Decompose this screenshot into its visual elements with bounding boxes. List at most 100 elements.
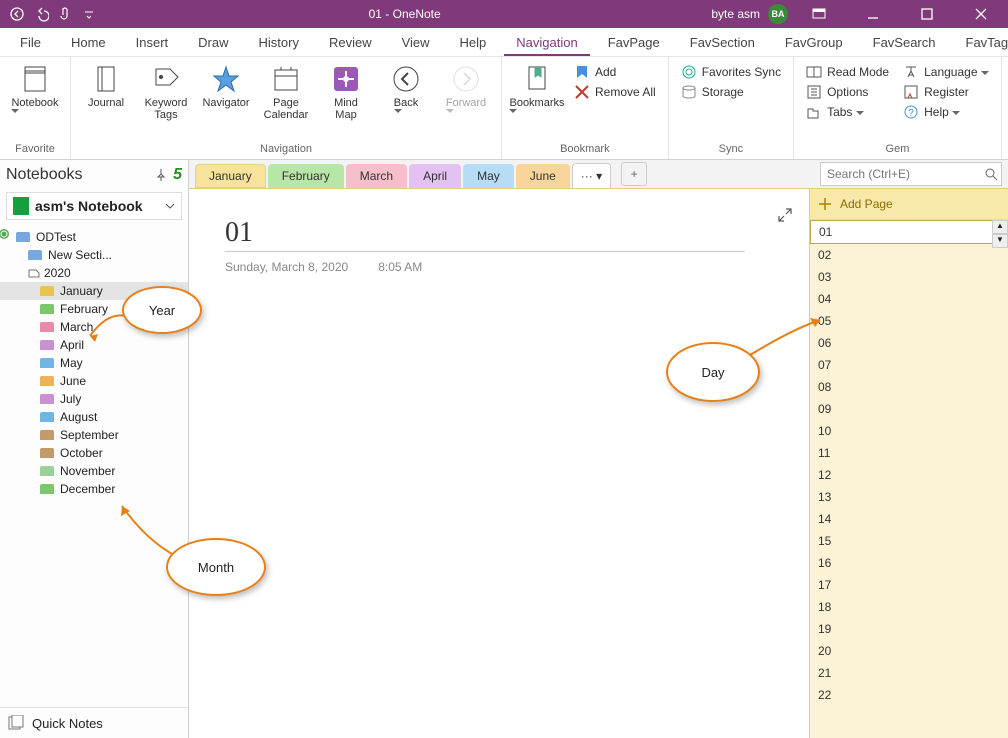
page-item[interactable]: 10 <box>810 420 1008 442</box>
section-tab-june[interactable]: June <box>516 164 570 188</box>
user-name[interactable]: byte asm <box>711 7 760 21</box>
favorites-sync-button[interactable]: Favorites Sync <box>675 63 787 81</box>
register-button[interactable]: Register <box>897 83 995 101</box>
undo-icon[interactable] <box>32 5 50 23</box>
section-september[interactable]: September <box>0 426 188 444</box>
page-item[interactable]: 13 <box>810 486 1008 508</box>
qat-more-icon[interactable] <box>80 5 98 23</box>
section-may[interactable]: May <box>0 354 188 372</box>
current-notebook[interactable]: asm's Notebook <box>6 192 182 220</box>
ribbon-display-icon[interactable] <box>796 0 842 28</box>
tab-help[interactable]: Help <box>448 31 499 56</box>
quick-notes-button[interactable]: Quick Notes <box>0 707 188 738</box>
sync-status-icon[interactable]: 5 <box>173 166 182 184</box>
notebook-button[interactable]: Notebook <box>6 61 64 115</box>
user-avatar[interactable]: BA <box>768 4 788 24</box>
tab-view[interactable]: View <box>390 31 442 56</box>
page-item[interactable]: 19 <box>810 618 1008 640</box>
add-button[interactable]: Add <box>568 63 662 81</box>
sync-icon[interactable] <box>0 228 10 240</box>
section-new[interactable]: New Secti... <box>0 246 188 264</box>
section-odtest[interactable]: ODTest <box>0 228 188 246</box>
section-tab-april[interactable]: April <box>409 164 461 188</box>
section-march[interactable]: March <box>0 318 188 336</box>
page-item[interactable]: 12 <box>810 464 1008 486</box>
forward-button[interactable]: Forward <box>437 61 495 115</box>
scroll-up-icon[interactable]: ▲ <box>992 220 1008 234</box>
page-item[interactable]: 22 <box>810 684 1008 706</box>
page-item[interactable]: 07 <box>810 354 1008 376</box>
tab-favpage[interactable]: FavPage <box>596 31 672 56</box>
tabs-button[interactable]: Tabs <box>800 103 895 121</box>
storage-button[interactable]: Storage <box>675 83 787 101</box>
tab-file[interactable]: File <box>8 31 53 56</box>
page-calendar-button[interactable]: PageCalendar <box>257 61 315 121</box>
section-february[interactable]: February <box>0 300 188 318</box>
page-item[interactable]: 17 <box>810 574 1008 596</box>
page-item[interactable]: 08 <box>810 376 1008 398</box>
back-button[interactable]: Back <box>377 61 435 115</box>
tab-navigation[interactable]: Navigation <box>504 31 589 56</box>
section-tab-march[interactable]: March <box>346 164 407 188</box>
language-button[interactable]: Language <box>897 63 995 81</box>
page-item[interactable]: 03 <box>810 266 1008 288</box>
maximize-button[interactable] <box>904 0 950 28</box>
tab-history[interactable]: History <box>247 31 311 56</box>
tab-insert[interactable]: Insert <box>124 31 181 56</box>
page-item[interactable]: 05 <box>810 310 1008 332</box>
add-page-button[interactable]: Add Page <box>810 189 1008 220</box>
tab-favsearch[interactable]: FavSearch <box>861 31 948 56</box>
close-button[interactable] <box>958 0 1004 28</box>
help-button[interactable]: ?Help <box>897 103 995 121</box>
touch-mode-icon[interactable] <box>56 5 74 23</box>
add-section-button[interactable]: + <box>621 162 647 186</box>
page-item[interactable]: 02 <box>810 244 1008 266</box>
search-icon[interactable] <box>984 167 998 181</box>
search-input[interactable] <box>825 166 984 182</box>
tab-favsection[interactable]: FavSection <box>678 31 767 56</box>
page-canvas[interactable]: 01 Sunday, March 8, 2020 8:05 AM <box>189 189 809 738</box>
page-item[interactable]: 18 <box>810 596 1008 618</box>
page-item[interactable]: 15 <box>810 530 1008 552</box>
page-item[interactable]: 11 <box>810 442 1008 464</box>
tab-draw[interactable]: Draw <box>186 31 240 56</box>
tab-favgroup[interactable]: FavGroup <box>773 31 855 56</box>
journal-button[interactable]: Journal <box>77 61 135 109</box>
section-june[interactable]: June <box>0 372 188 390</box>
section-july[interactable]: July <box>0 390 188 408</box>
section-december[interactable]: December <box>0 480 188 498</box>
page-item[interactable]: 01 <box>810 220 1008 244</box>
search-box[interactable] <box>820 162 1002 186</box>
section-august[interactable]: August <box>0 408 188 426</box>
section-october[interactable]: October <box>0 444 188 462</box>
minimize-button[interactable] <box>850 0 896 28</box>
page-item[interactable]: 04 <box>810 288 1008 310</box>
expand-icon[interactable] <box>777 207 793 223</box>
remove-all-button[interactable]: Remove All <box>568 83 662 101</box>
page-item[interactable]: 20 <box>810 640 1008 662</box>
page-title[interactable]: 01 <box>225 217 745 252</box>
tab-home[interactable]: Home <box>59 31 118 56</box>
section-april[interactable]: April <box>0 336 188 354</box>
section-tab-may[interactable]: May <box>463 164 514 188</box>
more-sections-button[interactable]: ··· ▾ <box>572 163 611 188</box>
page-item[interactable]: 06 <box>810 332 1008 354</box>
keyword-tags-button[interactable]: KeywordTags <box>137 61 195 121</box>
tab-review[interactable]: Review <box>317 31 384 56</box>
section-group-2020[interactable]: 2020 <box>0 264 188 282</box>
bookmarks-button[interactable]: Bookmarks <box>508 61 566 115</box>
page-item[interactable]: 14 <box>810 508 1008 530</box>
page-item[interactable]: 21 <box>810 662 1008 684</box>
section-tab-january[interactable]: January <box>195 164 266 188</box>
page-item[interactable]: 09 <box>810 398 1008 420</box>
back-icon[interactable] <box>8 5 26 23</box>
tab-favtag[interactable]: FavTag <box>954 31 1008 56</box>
section-january[interactable]: January <box>0 282 188 300</box>
mind-map-button[interactable]: MindMap <box>317 61 375 121</box>
section-tab-february[interactable]: February <box>268 164 344 188</box>
navigator-button[interactable]: Navigator <box>197 61 255 109</box>
pin-icon[interactable] <box>155 168 167 182</box>
page-item[interactable]: 16 <box>810 552 1008 574</box>
read-mode-button[interactable]: Read Mode <box>800 63 895 81</box>
section-november[interactable]: November <box>0 462 188 480</box>
